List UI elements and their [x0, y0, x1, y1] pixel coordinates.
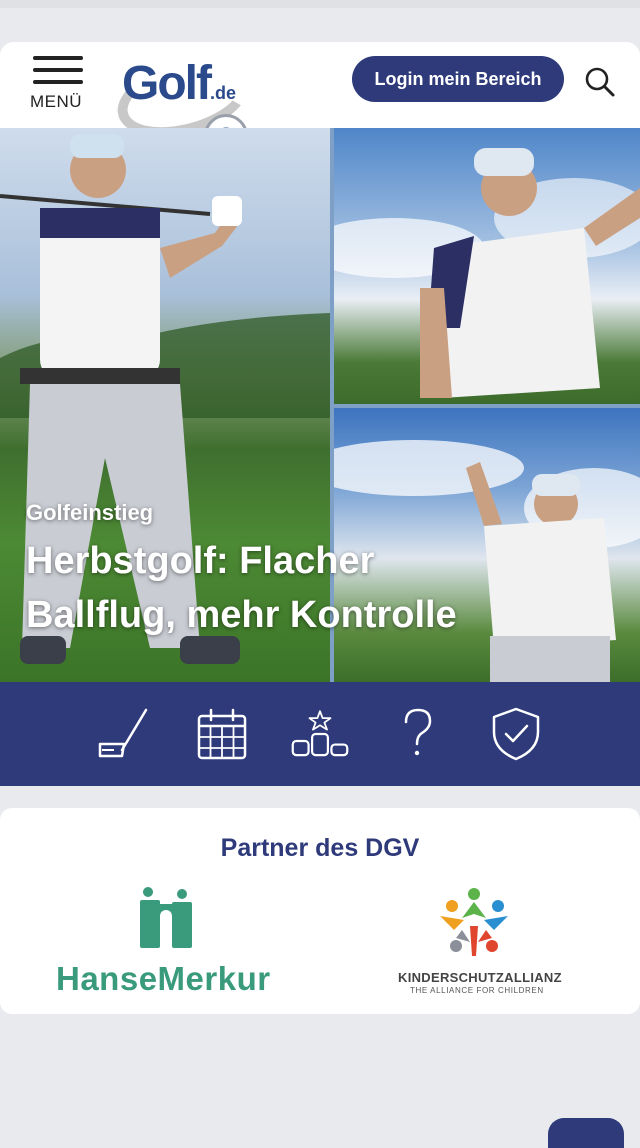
hamburger-icon-bar [33, 68, 83, 72]
scroll-to-top-button[interactable] [548, 1118, 624, 1148]
hansemerkur-figures-icon [140, 887, 192, 948]
hamburger-icon [33, 56, 83, 60]
main-card: MENÜ Golf.de G Login mein Bereich [0, 42, 640, 786]
hero-title-line-2: Ballflug, mehr Kontrolle [26, 594, 457, 636]
quick-nav-bar [0, 682, 640, 786]
login-button[interactable]: Login mein Bereich [352, 56, 564, 102]
calendar-icon[interactable] [193, 705, 251, 763]
kinderschutzallianz-tagline: THE ALLIANCE FOR CHILDREN [410, 986, 544, 995]
help-question-icon[interactable] [389, 705, 447, 763]
logo-wordmark-text: Golf [122, 57, 212, 110]
hansemerkur-logo[interactable]: HanseMerkur [56, 886, 276, 997]
logo-wordmark: Golf.de [122, 56, 236, 111]
status-bar [0, 0, 640, 8]
kinderschutzallianz-wordmark: KINDERSCHUTZALLIANZ [398, 970, 562, 985]
hero-article[interactable]: Golfeinstieg Herbstgolf: Flacher Ballflu… [0, 128, 640, 682]
logo-wordmark-suffix: .de [209, 83, 236, 103]
hansemerkur-wordmark: HanseMerkur [56, 960, 271, 997]
shield-check-icon[interactable] [487, 705, 545, 763]
menu-label: MENÜ [30, 92, 83, 111]
hero-category: Golfeinstieg [26, 500, 154, 525]
partner-title: Partner des DGV [220, 834, 420, 862]
kinderschutzallianz-logo[interactable]: KINDERSCHUTZALLIANZ THE ALLIANCE FOR CHI… [396, 886, 562, 996]
golf-club-icon[interactable] [95, 705, 153, 763]
partner-section: Partner des DGV HanseMerkur KINDERSCHUTZ… [0, 808, 640, 1014]
menu-button[interactable]: MENÜ [30, 56, 90, 118]
hamburger-icon-bar [33, 80, 83, 84]
search-icon[interactable] [584, 66, 616, 98]
hero-title-line-1: Herbstgolf: Flacher [26, 540, 375, 582]
hero-image-golfer-top-right [334, 128, 640, 404]
hero-headline[interactable]: Golfeinstieg Herbstgolf: Flacher Ballflu… [26, 500, 546, 642]
kinderschutzallianz-figures-icon [440, 888, 508, 956]
site-header: MENÜ Golf.de G Login mein Bereich [0, 42, 640, 158]
ranking-podium-icon[interactable] [291, 705, 349, 763]
